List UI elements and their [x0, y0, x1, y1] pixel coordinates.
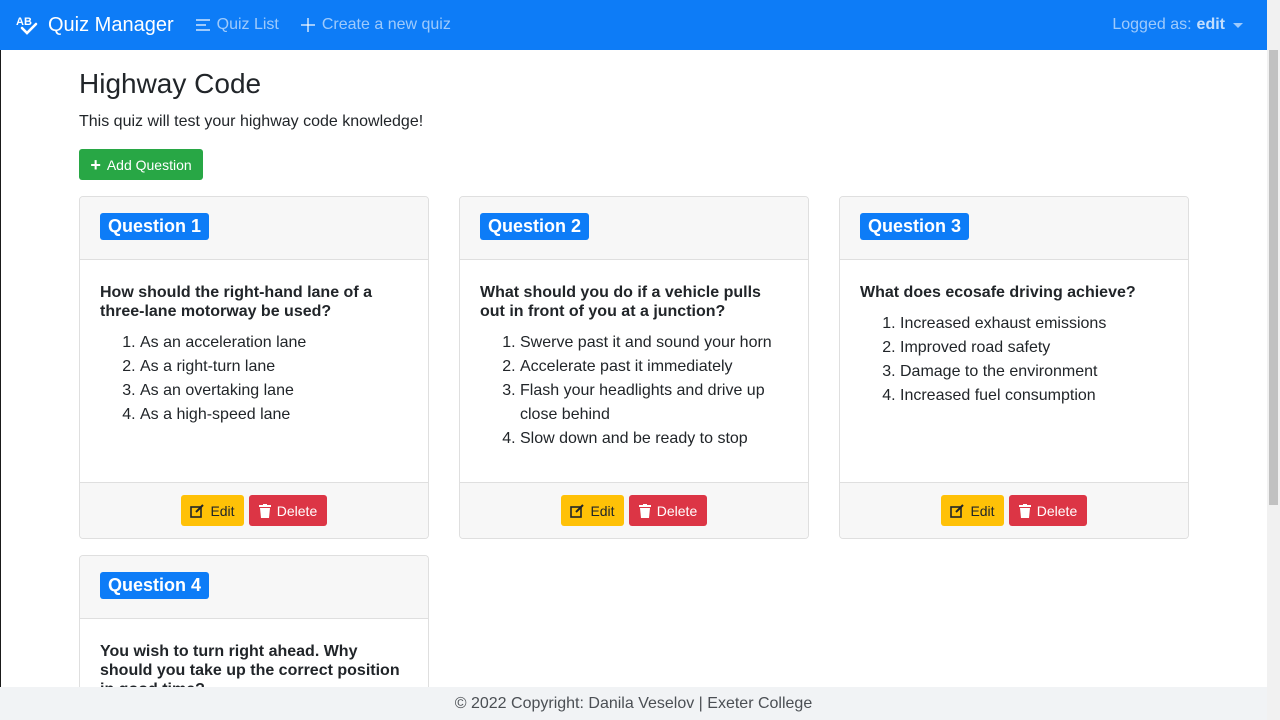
- edit-icon: [190, 503, 205, 518]
- page-title: Highway Code: [79, 68, 262, 99]
- answer-list: Swerve past it and sound your horn Accel…: [480, 331, 788, 451]
- quiz-description: This quiz will test your highway code kn…: [79, 113, 424, 130]
- answer-item: As a right-turn lane: [140, 355, 408, 379]
- user-dropdown[interactable]: Logged as: edit: [1112, 16, 1251, 34]
- edit-label: Edit: [970, 502, 995, 519]
- user-name: edit: [1196, 16, 1225, 33]
- card-header: Question 2: [460, 197, 808, 260]
- card-footer: Edit Delete: [80, 482, 428, 538]
- card-body: What should you do if a vehicle pulls ou…: [460, 260, 808, 451]
- brand-name: Quiz Manager: [48, 13, 174, 36]
- answer-item: Slow down and be ready to stop: [520, 427, 788, 451]
- scrollbar-thumb[interactable]: [1269, 50, 1278, 505]
- add-question-button[interactable]: + Add Question: [79, 149, 203, 180]
- brand-link[interactable]: AB Quiz Manager: [16, 14, 174, 37]
- page-footer: © 2022 Copyright: Danila Veselov | Exete…: [0, 687, 1267, 720]
- delete-label: Delete: [656, 502, 698, 519]
- answer-item: Improved road safety: [900, 336, 1168, 360]
- vertical-scrollbar[interactable]: [1267, 0, 1280, 720]
- question-text: What should you do if a vehicle pulls ou…: [480, 284, 761, 320]
- card-header: Question 3: [840, 197, 1188, 260]
- question-card: Question 1 How should the right-hand lan…: [79, 196, 429, 539]
- edit-icon: [570, 503, 585, 518]
- edit-label: Edit: [210, 502, 235, 519]
- nav-link-label: Create a new quiz: [321, 16, 451, 33]
- user-prefix: Logged as:: [1112, 16, 1192, 33]
- copyright-text: © 2022 Copyright: Danila Veselov | Exete…: [454, 694, 813, 712]
- card-body: What does ecosafe driving achieve? Incre…: [840, 260, 1188, 408]
- trash-icon: [1018, 503, 1031, 518]
- question-badge: Question 3: [860, 213, 970, 240]
- top-navbar: AB Quiz Manager Quiz List Create a new q…: [0, 0, 1267, 50]
- card-header: Question 1: [80, 197, 428, 260]
- add-question-label: Add Question: [106, 156, 192, 173]
- delete-label: Delete: [276, 502, 318, 519]
- answer-item: Increased exhaust emissions: [900, 312, 1168, 336]
- card-body: How should the right-hand lane of a thre…: [80, 260, 428, 427]
- answer-item: Damage to the environment: [900, 360, 1168, 384]
- trash-icon: [638, 503, 651, 518]
- edit-button[interactable]: Edit: [181, 495, 244, 526]
- answer-item: As an acceleration lane: [140, 331, 408, 355]
- question-badge: Question 2: [480, 213, 590, 240]
- answer-item: As a high-speed lane: [140, 403, 408, 427]
- edit-button[interactable]: Edit: [941, 495, 1004, 526]
- answer-item: Increased fuel consumption: [900, 384, 1168, 408]
- answer-item: Accelerate past it immediately: [520, 355, 788, 379]
- brand-logo-icon: AB: [16, 16, 38, 35]
- question-badge: Question 1: [100, 213, 210, 240]
- delete-button[interactable]: Delete: [1009, 495, 1087, 526]
- card-footer: Edit Delete: [460, 482, 808, 538]
- nav-link-create-quiz[interactable]: Create a new quiz: [300, 16, 451, 34]
- svg-text:AB: AB: [16, 16, 32, 28]
- nav-link-label: Quiz List: [216, 16, 279, 33]
- answer-list: Increased exhaust emissions Improved roa…: [860, 312, 1168, 408]
- answer-item: Flash your headlights and drive up close…: [520, 379, 788, 427]
- edit-label: Edit: [590, 502, 615, 519]
- edit-icon: [950, 503, 965, 518]
- answer-item: As an overtaking lane: [140, 379, 408, 403]
- question-badge: Question 4: [100, 572, 210, 599]
- card-header: Question 4: [80, 556, 428, 619]
- question-card: Question 2 What should you do if a vehic…: [459, 196, 809, 539]
- delete-button[interactable]: Delete: [629, 495, 707, 526]
- edit-button[interactable]: Edit: [561, 495, 624, 526]
- nav-link-quiz-list[interactable]: Quiz List: [195, 16, 279, 34]
- card-footer: Edit Delete: [840, 482, 1188, 538]
- delete-button[interactable]: Delete: [249, 495, 327, 526]
- question-card: Question 3 What does ecosafe driving ach…: [839, 196, 1189, 539]
- plus-icon: [300, 18, 315, 32]
- question-text: How should the right-hand lane of a thre…: [100, 284, 372, 320]
- plus-icon: +: [90, 154, 101, 175]
- trash-icon: [258, 503, 271, 518]
- delete-label: Delete: [1036, 502, 1078, 519]
- answer-list: As an acceleration lane As a right-turn …: [100, 331, 408, 427]
- caret-down-icon: [1233, 22, 1243, 28]
- list-icon: [195, 19, 210, 31]
- window-edge: [0, 50, 1, 720]
- question-text: What does ecosafe driving achieve?: [860, 284, 1136, 301]
- answer-item: Swerve past it and sound your horn: [520, 331, 788, 355]
